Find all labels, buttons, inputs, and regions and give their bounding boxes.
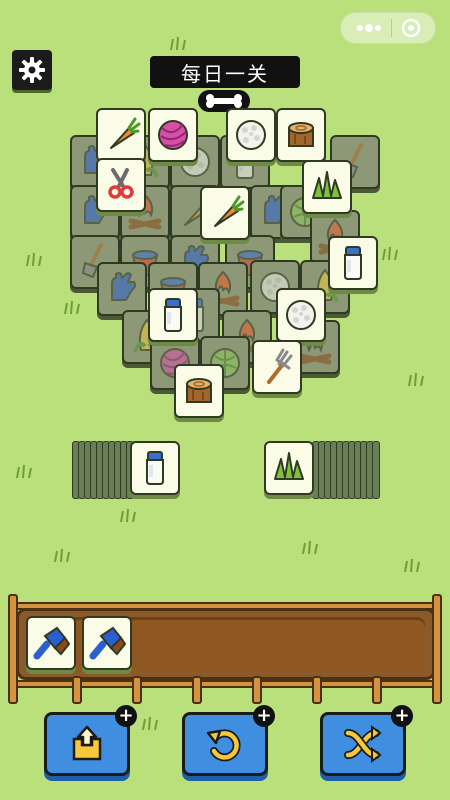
settings-button[interactable] bbox=[12, 50, 52, 90]
grass-tuft-decoration bbox=[142, 716, 158, 730]
pitchfork-icon bbox=[267, 348, 293, 384]
shuffle-icon bbox=[344, 725, 382, 763]
yarn-ball-icon bbox=[158, 120, 188, 150]
right-stack-top-tile[interactable] bbox=[264, 441, 314, 495]
tile-scissors[interactable] bbox=[96, 158, 146, 212]
grass-tuft-decoration bbox=[408, 372, 424, 386]
tile-carrot[interactable] bbox=[200, 186, 250, 240]
add-plus-icon[interactable]: + bbox=[253, 705, 275, 727]
tile-tree-stump[interactable] bbox=[174, 364, 224, 418]
grass-tuft-decoration bbox=[64, 300, 80, 314]
tree-stump-icon bbox=[186, 378, 212, 403]
tile-grass[interactable] bbox=[302, 160, 352, 214]
milk-bottle-icon bbox=[146, 451, 164, 485]
fence-post bbox=[372, 676, 382, 704]
tile-carrot[interactable] bbox=[96, 108, 146, 162]
undo-button[interactable]: + bbox=[182, 705, 275, 776]
tile-milk-bottle[interactable] bbox=[148, 288, 198, 342]
glove-icon bbox=[111, 272, 137, 301]
tile-yarn-ball[interactable] bbox=[148, 108, 198, 162]
shuffle-button[interactable]: + bbox=[320, 705, 413, 776]
add-plus-icon[interactable]: + bbox=[391, 705, 413, 727]
add-plus-icon[interactable]: + bbox=[115, 705, 137, 727]
tile-cotton[interactable] bbox=[226, 108, 276, 162]
tile-glove bbox=[97, 262, 147, 316]
tile-milk-bottle[interactable] bbox=[328, 236, 378, 290]
level-title: 每日一关 bbox=[150, 56, 300, 88]
tile-cotton[interactable] bbox=[276, 288, 326, 342]
grass-tuft-decoration bbox=[54, 548, 70, 562]
scissors-icon bbox=[108, 168, 134, 199]
tree-stump-icon bbox=[288, 122, 314, 147]
grass-tuft-decoration bbox=[404, 558, 420, 572]
fence-post bbox=[192, 676, 202, 704]
fence-post bbox=[8, 594, 18, 704]
tile-tray bbox=[16, 608, 436, 680]
carrot-icon bbox=[110, 117, 141, 149]
grass-tuft-decoration bbox=[382, 246, 398, 260]
target-close-icon[interactable] bbox=[401, 18, 421, 38]
brush-icon bbox=[89, 626, 127, 660]
grass-tuft-decoration bbox=[302, 540, 318, 554]
fence-post bbox=[252, 676, 262, 704]
carrot-icon bbox=[214, 195, 245, 227]
grass-icon bbox=[312, 171, 342, 199]
mini-program-capsule bbox=[340, 12, 436, 44]
fence-post bbox=[432, 594, 442, 704]
cotton-icon bbox=[236, 120, 266, 150]
fence-post bbox=[312, 676, 322, 704]
milk-bottle-icon bbox=[344, 246, 362, 280]
tile-pitchfork[interactable] bbox=[252, 340, 302, 394]
stacked-tile-edge bbox=[372, 441, 380, 499]
undo-icon bbox=[206, 729, 241, 762]
fence-post bbox=[132, 676, 142, 704]
move-out-button[interactable]: + bbox=[44, 705, 137, 776]
tray-tile[interactable] bbox=[26, 616, 76, 670]
milk-bottle-icon bbox=[164, 298, 182, 332]
grass-icon bbox=[274, 452, 304, 480]
tray-tile[interactable] bbox=[82, 616, 132, 670]
more-dots-icon[interactable] bbox=[356, 23, 382, 33]
gear-icon bbox=[19, 57, 45, 83]
tile-tree-stump[interactable] bbox=[276, 108, 326, 162]
left-stack-top-tile[interactable] bbox=[130, 441, 180, 495]
grass-tuft-decoration bbox=[120, 508, 136, 522]
brush-icon bbox=[33, 626, 71, 660]
grass-tuft-decoration bbox=[16, 464, 32, 478]
fence-post bbox=[72, 676, 82, 704]
move-out-icon bbox=[72, 725, 102, 761]
capsule-divider bbox=[390, 19, 392, 37]
cotton-icon bbox=[286, 300, 316, 330]
grass-tuft-decoration bbox=[170, 36, 186, 50]
grass-tuft-decoration bbox=[26, 252, 42, 266]
